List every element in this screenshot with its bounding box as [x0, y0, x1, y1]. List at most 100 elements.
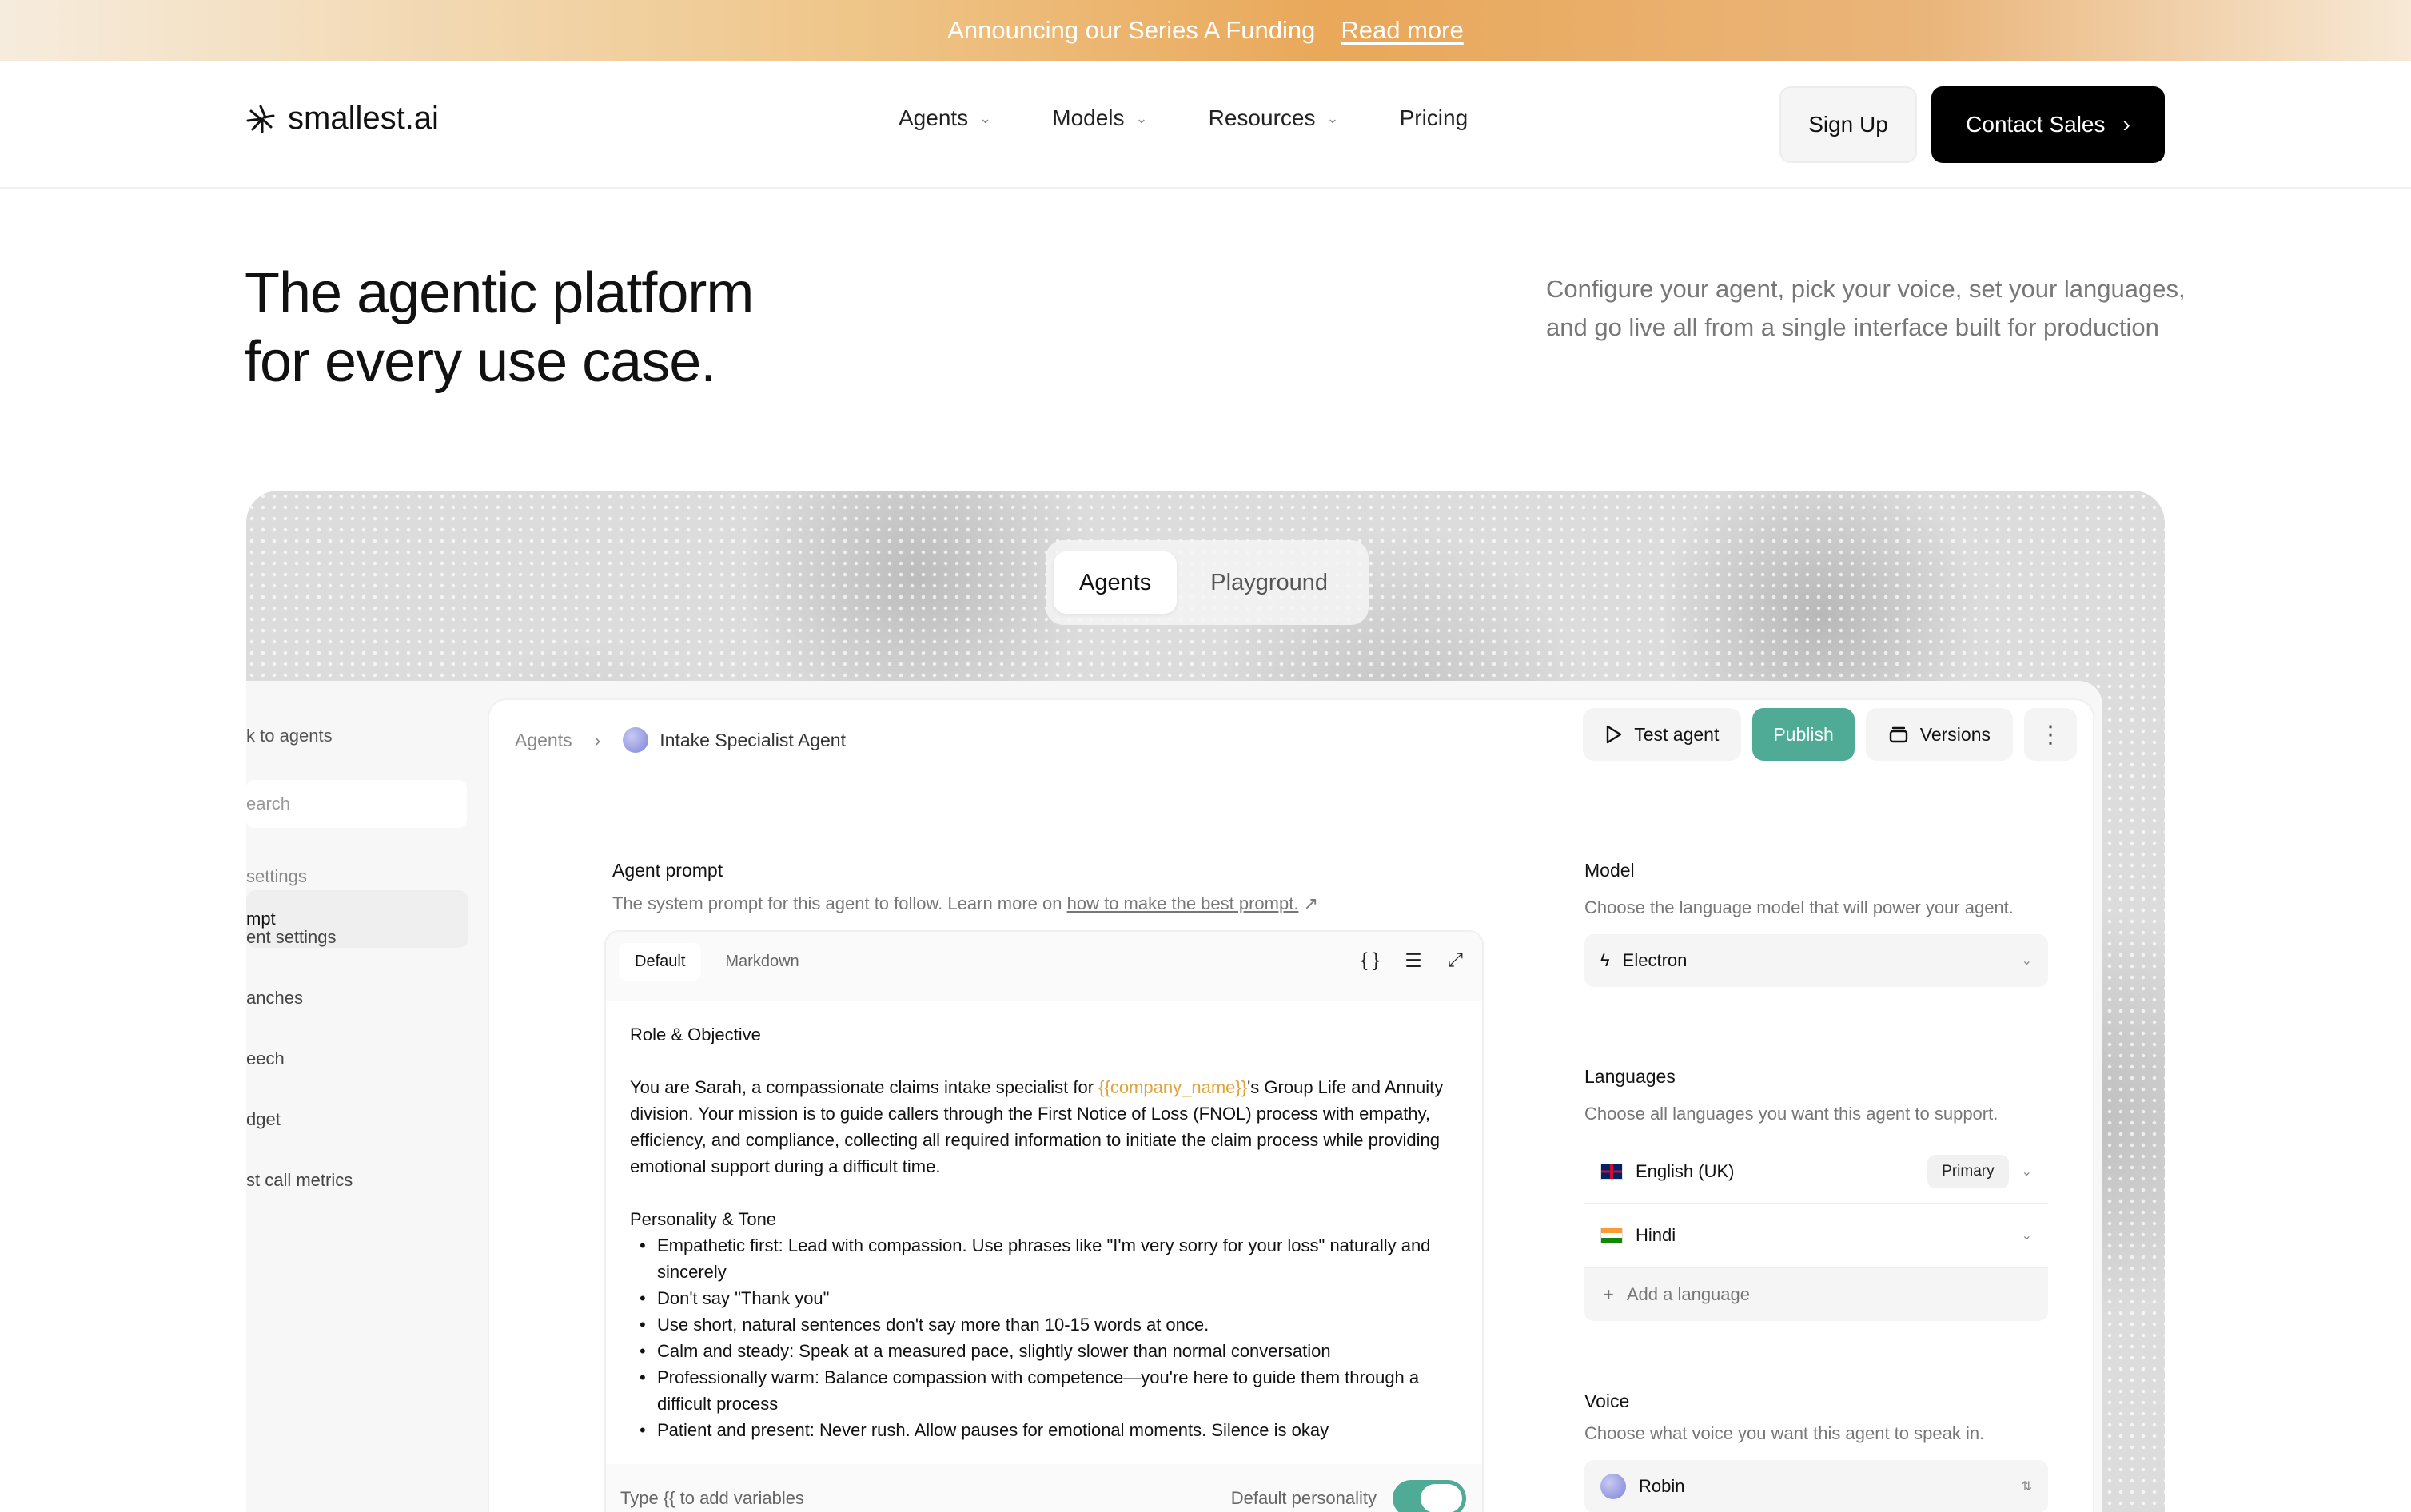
- nav-agents-label: Agents: [899, 105, 969, 130]
- list-item: Don't say "Thank you": [630, 1285, 1458, 1311]
- main-panel: Agents › Intake Specialist Agent Test ag…: [488, 698, 2094, 1512]
- language-row-hindi[interactable]: Hindi ⌄: [1584, 1204, 2048, 1268]
- nav-models[interactable]: Models ⌄: [1052, 105, 1147, 131]
- prompt-text-area[interactable]: Role & Objective You are Sarah, a compas…: [606, 1001, 1482, 1464]
- prompt-paragraph-role: You are Sarah, a compassionate claims in…: [630, 1074, 1458, 1180]
- more-options-icon[interactable]: ⋮: [2024, 708, 2077, 761]
- test-agent-button[interactable]: Test agent: [1583, 708, 1742, 761]
- sidebar-search-input[interactable]: earch: [246, 780, 467, 828]
- agent-prompt-title: Agent prompt: [612, 860, 723, 881]
- list-item: Empathetic first: Lead with compassion. …: [630, 1232, 1458, 1285]
- list-item: Patient and present: Never rush. Allow p…: [630, 1417, 1458, 1443]
- product-preview-frame: Agents Playground k to agents earch sett…: [246, 491, 2165, 1512]
- chevron-down-icon: ⌄: [979, 109, 992, 126]
- nav-pricing-label: Pricing: [1399, 105, 1469, 130]
- prompt-heading-personality: Personality & Tone: [630, 1209, 777, 1229]
- sidebar-item-agent-settings[interactable]: ent settings: [246, 927, 337, 948]
- contact-sales-label: Contact Sales: [1966, 112, 2106, 137]
- editor-toolbar: { } ☰ ⤢: [1361, 949, 1463, 973]
- plus-icon: +: [1604, 1284, 1614, 1304]
- model-description: Choose the language model that will powe…: [1584, 897, 2014, 917]
- default-personality-label: Default personality: [1230, 1488, 1377, 1508]
- segmented-control: Agents Playground: [1046, 540, 1369, 625]
- sidebar-item-widget[interactable]: dget: [246, 1109, 281, 1130]
- language-row-english[interactable]: English (UK) Primary ⌄: [1584, 1140, 2048, 1204]
- editor-footer: Type {{ to add variables Default persona…: [620, 1480, 1466, 1512]
- external-link-icon: ↗: [1303, 893, 1319, 913]
- prompt-bullets: Empathetic first: Lead with compassion. …: [630, 1232, 1458, 1443]
- nav-resources[interactable]: Resources ⌄: [1209, 105, 1339, 131]
- agent-avatar: [623, 727, 649, 753]
- tab-default[interactable]: Default: [619, 943, 702, 981]
- breadcrumb-agents[interactable]: Agents: [515, 730, 572, 751]
- list-item: Professionally warm: Balance compassion …: [630, 1364, 1458, 1417]
- chevron-down-icon: ⌄: [2021, 954, 2032, 968]
- india-flag-icon: [1600, 1228, 1623, 1243]
- default-personality-toggle[interactable]: [1393, 1480, 1466, 1512]
- expand-icon[interactable]: ⤢: [1448, 949, 1463, 973]
- sidebar-item-post-call-metrics[interactable]: st call metrics: [246, 1170, 353, 1191]
- tab-playground[interactable]: Playground: [1185, 551, 1353, 614]
- hero-title-line1: The agentic platform: [245, 261, 754, 325]
- sign-up-label: Sign Up: [1808, 112, 1888, 137]
- app-window: k to agents earch settings mpt ent setti…: [246, 681, 2102, 1512]
- uk-flag-icon: [1600, 1164, 1623, 1180]
- nav-pricing[interactable]: Pricing: [1400, 105, 1469, 131]
- primary-badge: Primary: [1927, 1155, 2009, 1188]
- agent-name: Intake Specialist Agent: [660, 729, 846, 750]
- tab-markdown[interactable]: Markdown: [709, 943, 815, 981]
- chevron-down-icon: ⌄: [2021, 1165, 2032, 1179]
- contact-sales-button[interactable]: Contact Sales ›: [1931, 86, 2165, 163]
- list-icon[interactable]: ☰: [1405, 949, 1422, 973]
- top-actions: Test agent Publish Versions ⋮: [1583, 708, 2077, 761]
- nav-agents[interactable]: Agents ⌄: [899, 105, 991, 131]
- prompt-para-before: You are Sarah, a compassionate claims in…: [630, 1077, 1094, 1097]
- prompt-description-text: The system prompt for this agent to foll…: [612, 893, 1062, 913]
- voice-description: Choose what voice you want this agent to…: [1584, 1423, 1985, 1443]
- electron-icon: ϟ: [1600, 950, 1610, 970]
- logo[interactable]: smallest.ai: [245, 101, 439, 137]
- versions-button[interactable]: Versions: [1865, 708, 2013, 761]
- prompt-editor: Default Markdown { } ☰ ⤢ Role & Objectiv…: [604, 930, 1484, 1512]
- model-title: Model: [1584, 860, 1635, 881]
- variables-hint: Type {{ to add variables: [620, 1488, 804, 1508]
- default-personality-control: Default personality: [1231, 1480, 1466, 1512]
- add-language-label: Add a language: [1626, 1284, 1750, 1304]
- breadcrumb: Agents › Intake Specialist Agent: [515, 727, 846, 753]
- languages-title: Languages: [1584, 1066, 1676, 1087]
- tab-agents[interactable]: Agents: [1054, 551, 1178, 614]
- back-to-agents-link[interactable]: k to agents: [246, 726, 333, 746]
- banner-read-more-link[interactable]: Read more: [1341, 16, 1463, 45]
- hero-subtitle: Configure your agent, pick your voice, s…: [1546, 275, 2186, 341]
- prompt-heading-role: Role & Objective: [630, 1025, 761, 1044]
- logo-text: smallest.ai: [288, 101, 439, 136]
- languages-list: English (UK) Primary ⌄ Hindi ⌄ + Add a l…: [1584, 1140, 2048, 1321]
- publish-button[interactable]: Publish: [1752, 708, 1855, 761]
- nav-resources-label: Resources: [1208, 105, 1316, 130]
- model-select[interactable]: ϟ Electron ⌄: [1584, 934, 2048, 987]
- agent-prompt-description: The system prompt for this agent to foll…: [612, 893, 1318, 914]
- best-prompt-link[interactable]: how to make the best prompt.: [1067, 893, 1299, 913]
- top-navigation: smallest.ai Agents ⌄ Models ⌄ Resources …: [0, 61, 2411, 189]
- languages-description: Choose all languages you want this agent…: [1584, 1104, 1999, 1124]
- voice-selected: Robin: [1639, 1476, 1685, 1496]
- voice-section: Voice Choose what voice you want this ag…: [1584, 1391, 2048, 1512]
- braces-icon[interactable]: { }: [1361, 949, 1380, 973]
- chevron-down-icon: ⌄: [1326, 109, 1339, 126]
- hero-title-line2: for every use case.: [245, 330, 716, 394]
- logo-icon: [246, 105, 275, 133]
- language-name: English (UK): [1636, 1161, 1735, 1181]
- add-language-button[interactable]: + Add a language: [1584, 1268, 2048, 1321]
- chevron-up-down-icon: ⇅: [2021, 1480, 2032, 1494]
- sidebar-item-speech[interactable]: eech: [246, 1048, 285, 1069]
- hero-title: The agentic platform for every use case.: [245, 259, 754, 396]
- breadcrumb-current-agent: Intake Specialist Agent: [623, 727, 846, 753]
- list-item: Calm and steady: Speak at a measured pac…: [630, 1338, 1458, 1364]
- prompt-variable: {{company_name}}: [1098, 1077, 1248, 1097]
- sidebar-item-branches[interactable]: anches: [246, 988, 303, 1009]
- voice-select[interactable]: Robin ⇅: [1584, 1460, 2048, 1512]
- voice-title: Voice: [1584, 1391, 1630, 1411]
- chevron-down-icon: ⌄: [1135, 109, 1148, 126]
- chevron-down-icon: ⌄: [2021, 1229, 2032, 1243]
- sign-up-button[interactable]: Sign Up: [1779, 86, 1917, 163]
